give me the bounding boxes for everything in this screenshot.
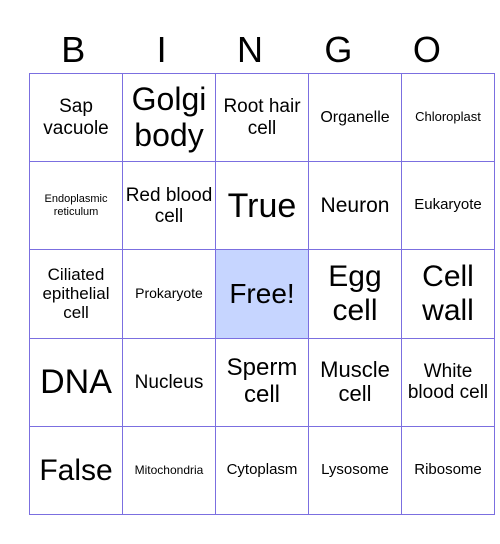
header-letter-o: O	[412, 29, 441, 70]
bingo-cell[interactable]: Root hair cell	[215, 72, 309, 163]
header-letter-g: G	[324, 29, 353, 70]
bingo-cell[interactable]: Eukaryote	[401, 161, 495, 251]
bingo-cell[interactable]: DNA	[29, 337, 123, 427]
bingo-cell[interactable]: Mitochondria	[122, 425, 216, 516]
bingo-cell[interactable]: Muscle cell	[308, 337, 402, 427]
header-letter-b: B	[61, 29, 86, 70]
bingo-cell[interactable]: Nucleus	[122, 337, 216, 427]
bingo-cell[interactable]: Red blood cell	[122, 161, 216, 251]
bingo-cell[interactable]: Prokaryote	[122, 249, 216, 339]
bingo-cell[interactable]: Organelle	[308, 72, 402, 163]
bingo-cell[interactable]: Endoplasmic reticulum	[29, 161, 123, 251]
bingo-row: Sap vacuole Golgi body Root hair cell Organ…	[29, 72, 495, 163]
bingo-cell[interactable]: True	[215, 161, 309, 251]
bingo-cell[interactable]: Ribosome	[401, 425, 495, 516]
bingo-cell[interactable]: Cytoplasm	[215, 425, 309, 516]
bingo-header: B I N G O	[29, 28, 471, 72]
bingo-cell[interactable]: Golgi body	[122, 72, 216, 163]
bingo-cell[interactable]: Cell wall	[401, 249, 495, 339]
bingo-row: Endoplasmic reticulum Red blood cell True N…	[29, 161, 495, 251]
bingo-cell[interactable]: Lysosome	[308, 425, 402, 516]
bingo-cell[interactable]: White blood cell	[401, 337, 495, 427]
bingo-cell[interactable]: Ciliated epithelial cell	[29, 249, 123, 339]
bingo-row: DNA Nucleus Sperm cell Muscle cell White blo…	[29, 337, 495, 427]
bingo-cell[interactable]: Chloroplast	[401, 72, 495, 163]
bingo-cell[interactable]: Neuron	[308, 161, 402, 251]
free-space-cell[interactable]: Free!	[215, 249, 309, 339]
bingo-cell[interactable]: Sperm cell	[215, 337, 309, 427]
bingo-cell[interactable]: Sap vacuole	[29, 72, 123, 163]
bingo-row: False Mitochondria Cytoplasm Lysosome Riboso…	[29, 425, 495, 516]
bingo-cell[interactable]: Egg cell	[308, 249, 402, 339]
bingo-row: Ciliated epithelial cell Prokaryote Free! E…	[29, 249, 495, 339]
header-letter-i: I	[156, 29, 167, 70]
header-letter-n: N	[237, 29, 264, 70]
bingo-cell[interactable]: False	[29, 425, 123, 516]
bingo-grid: Sap vacuole Golgi body Root hair cell Organ…	[29, 72, 495, 516]
